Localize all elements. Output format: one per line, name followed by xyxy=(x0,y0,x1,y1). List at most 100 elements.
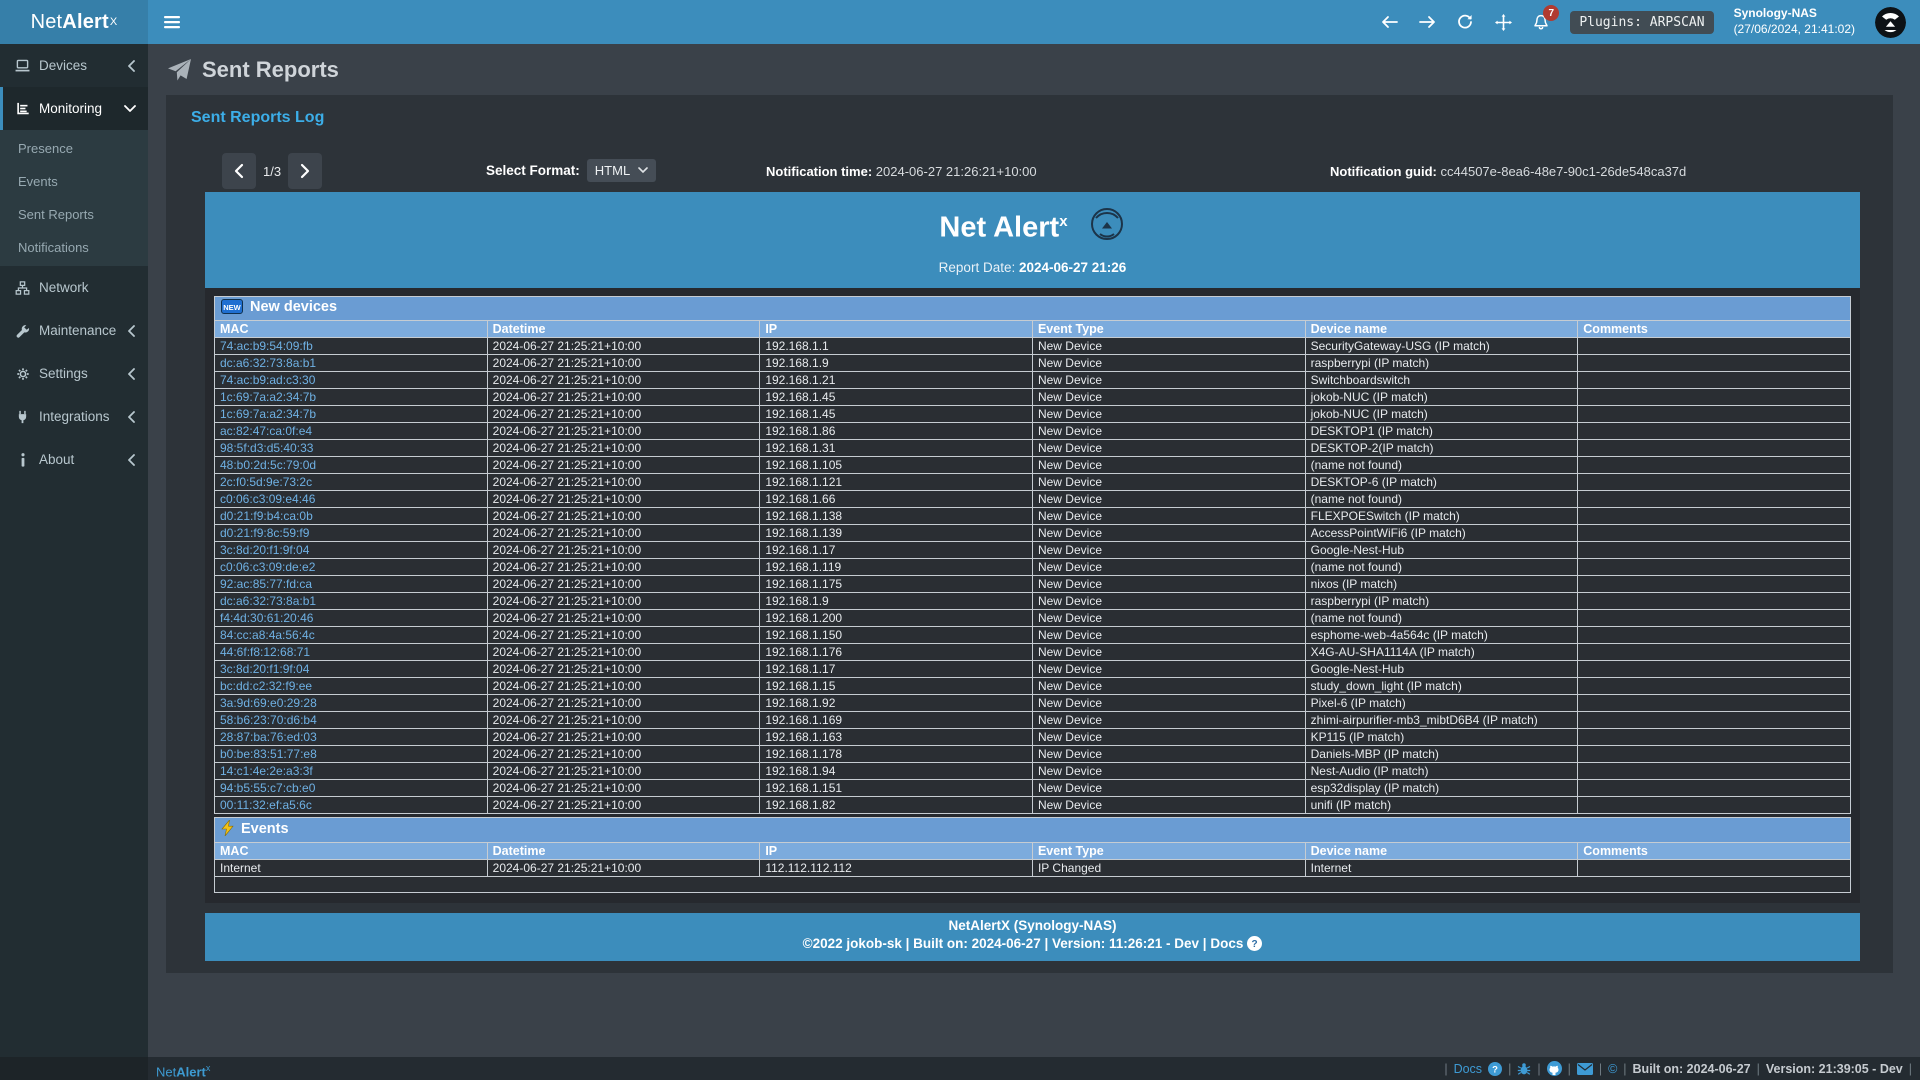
mac-cell[interactable]: 44:6f:f8:12:68:71 xyxy=(215,643,488,660)
nav-back-button[interactable] xyxy=(1380,13,1398,31)
docs-help-icon[interactable]: ? xyxy=(1247,936,1262,954)
mac-cell[interactable]: dc:a6:32:73:8a:b1 xyxy=(215,354,488,371)
footer-docs-link[interactable]: Docs xyxy=(1454,1062,1482,1076)
mac-cell[interactable]: 1c:69:7a:a2:34:7b xyxy=(215,405,488,422)
mac-cell[interactable]: 3a:9d:69:e0:29:28 xyxy=(215,694,488,711)
cell: Google-Nest-Hub xyxy=(1305,541,1578,558)
mac-cell[interactable]: dc:a6:32:73:8a:b1 xyxy=(215,592,488,609)
format-control: Select Format: HTML xyxy=(486,159,656,182)
chevron-left-icon xyxy=(127,325,136,337)
mac-cell[interactable]: 3c:8d:20:f1:9f:04 xyxy=(215,660,488,677)
mac-cell[interactable]: 14:c1:4e:2e:a3:3f xyxy=(215,762,488,779)
cell: New Device xyxy=(1032,473,1305,490)
report-logo-icon xyxy=(1088,205,1126,252)
chevron-left-icon xyxy=(127,454,136,466)
mac-cell[interactable]: 2c:f0:5d:9e:73:2c xyxy=(215,473,488,490)
mac-cell[interactable]: 3c:8d:20:f1:9f:04 xyxy=(215,541,488,558)
nav-forward-button[interactable] xyxy=(1418,13,1436,31)
report-title: Net Alertx xyxy=(205,204,1860,252)
mac-cell[interactable]: b0:be:83:51:77:e8 xyxy=(215,745,488,762)
cell: 112.112.112.112 xyxy=(760,859,1033,876)
notification-time-value: 2024-06-27 21:26:21+10:00 xyxy=(876,164,1037,179)
github-icon[interactable] xyxy=(1547,1061,1562,1076)
mac-cell[interactable]: 84:cc:a8:4a:56:4c xyxy=(215,626,488,643)
report-date-value: 2024-06-27 21:26 xyxy=(1019,260,1126,275)
cell: study_down_light (IP match) xyxy=(1305,677,1578,694)
cell: 192.168.1.105 xyxy=(760,456,1033,473)
mac-cell[interactable]: c0:06:c3:09:e4:46 xyxy=(215,490,488,507)
chart-icon xyxy=(15,101,30,116)
report-footer-meta: ©2022 jokob-sk | Built on: 2024-06-27 | … xyxy=(205,936,1860,954)
cell: Google-Nest-Hub xyxy=(1305,660,1578,677)
sidebar-item-about[interactable]: About xyxy=(0,438,148,481)
mac-cell[interactable]: 74:ac:b9:54:09:fb xyxy=(215,337,488,354)
report-footer-title: NetAlertX (Synology-NAS) xyxy=(205,918,1860,933)
format-select[interactable]: HTML xyxy=(587,159,656,182)
chevron-down-icon xyxy=(638,167,648,174)
mac-cell[interactable]: f4:4d:30:61:20:46 xyxy=(215,609,488,626)
mac-cell[interactable]: 74:ac:b9:ad:c3:30 xyxy=(215,371,488,388)
docs-question-icon[interactable]: ? xyxy=(1488,1062,1502,1076)
notification-guid: Notification guid: cc44507e-8ea6-48e7-90… xyxy=(1330,164,1686,179)
mac-cell: Internet xyxy=(215,859,488,876)
mac-cell[interactable]: 98:5f:d3:d5:40:33 xyxy=(215,439,488,456)
user-avatar[interactable] xyxy=(1875,7,1906,38)
footer-links: | Docs ? | | | | © | Built on: 2024-06-2… xyxy=(1444,1057,1912,1080)
sidebar-item-monitoring[interactable]: Monitoring xyxy=(0,87,148,130)
content-area: Sent Reports Sent Reports Log 1/3 Select… xyxy=(148,44,1920,1057)
mac-cell[interactable]: c0:06:c3:09:de:e2 xyxy=(215,558,488,575)
app-logo[interactable]: NetAlertX xyxy=(0,0,148,44)
mac-cell[interactable]: d0:21:f9:b4:ca:0b xyxy=(215,507,488,524)
cell: X4G-AU-SHA1114A (IP match) xyxy=(1305,643,1578,660)
mac-cell[interactable]: 92:ac:85:77:fd:ca xyxy=(215,575,488,592)
sidebar-item-network[interactable]: Network xyxy=(0,266,148,309)
page-header: Sent Reports xyxy=(148,44,1920,95)
sidebar-subitem-sent-reports[interactable]: Sent Reports xyxy=(0,198,148,231)
next-report-button[interactable] xyxy=(288,153,322,189)
cell: 192.168.1.1 xyxy=(760,337,1033,354)
sent-reports-log-link[interactable]: Sent Reports Log xyxy=(191,109,324,127)
sidebar-item-maintenance[interactable]: Maintenance xyxy=(0,309,148,352)
cell: 2024-06-27 21:25:21+10:00 xyxy=(487,541,760,558)
nav-move-button[interactable] xyxy=(1494,13,1512,31)
column-header: Comments xyxy=(1578,842,1851,859)
cell: 2024-06-27 21:25:21+10:00 xyxy=(487,677,760,694)
sidebar-item-label: Integrations xyxy=(39,409,110,424)
notifications-bell-button[interactable]: 7 xyxy=(1532,13,1550,31)
mac-cell[interactable]: 1c:69:7a:a2:34:7b xyxy=(215,388,488,405)
mac-cell[interactable]: 48:b0:2d:5c:79:0d xyxy=(215,456,488,473)
mac-cell[interactable]: 28:87:ba:76:ed:03 xyxy=(215,728,488,745)
cell xyxy=(1578,490,1851,507)
nav-refresh-button[interactable] xyxy=(1456,13,1474,31)
mac-cell[interactable]: bc:dd:c2:32:f9:ee xyxy=(215,677,488,694)
cell: 2024-06-27 21:25:21+10:00 xyxy=(487,643,760,660)
prev-report-button[interactable] xyxy=(222,153,256,189)
cell: New Device xyxy=(1032,541,1305,558)
mac-cell[interactable]: 00:11:32:ef:a5:6c xyxy=(215,796,488,813)
cell: jokob-NUC (IP match) xyxy=(1305,405,1578,422)
cell xyxy=(1578,558,1851,575)
copyright-icon[interactable]: © xyxy=(1608,1062,1617,1076)
sidebar-toggle-button[interactable] xyxy=(148,0,196,44)
sidebar-subitem-notifications[interactable]: Notifications xyxy=(0,231,148,264)
mac-cell[interactable]: 58:b6:23:70:d6:b4 xyxy=(215,711,488,728)
mac-cell[interactable]: 94:b5:55:c7:cb:e0 xyxy=(215,779,488,796)
footer-brand-bold: Alert xyxy=(176,1064,206,1079)
table-row: 58:b6:23:70:d6:b42024-06-27 21:25:21+10:… xyxy=(215,711,1851,728)
cell: New Device xyxy=(1032,575,1305,592)
sidebar-item-devices[interactable]: Devices xyxy=(0,44,148,87)
sidebar-subitem-presence[interactable]: Presence xyxy=(0,132,148,165)
sidebar-subitem-events[interactable]: Events xyxy=(0,165,148,198)
cell: Daniels-MBP (IP match) xyxy=(1305,745,1578,762)
cell: New Device xyxy=(1032,728,1305,745)
bug-report-icon[interactable] xyxy=(1517,1062,1531,1076)
mac-cell[interactable]: ac:82:47:ca:0f:e4 xyxy=(215,422,488,439)
cell xyxy=(1578,405,1851,422)
cell xyxy=(1578,456,1851,473)
email-icon[interactable] xyxy=(1577,1063,1593,1075)
mac-cell[interactable]: d0:21:f9:8c:59:f9 xyxy=(215,524,488,541)
footer-sidebar-strip xyxy=(0,1057,148,1080)
sidebar-item-integrations[interactable]: Integrations xyxy=(0,395,148,438)
sidebar-item-settings[interactable]: Settings xyxy=(0,352,148,395)
footer-brand-link[interactable]: NetAlertx xyxy=(156,1057,210,1080)
